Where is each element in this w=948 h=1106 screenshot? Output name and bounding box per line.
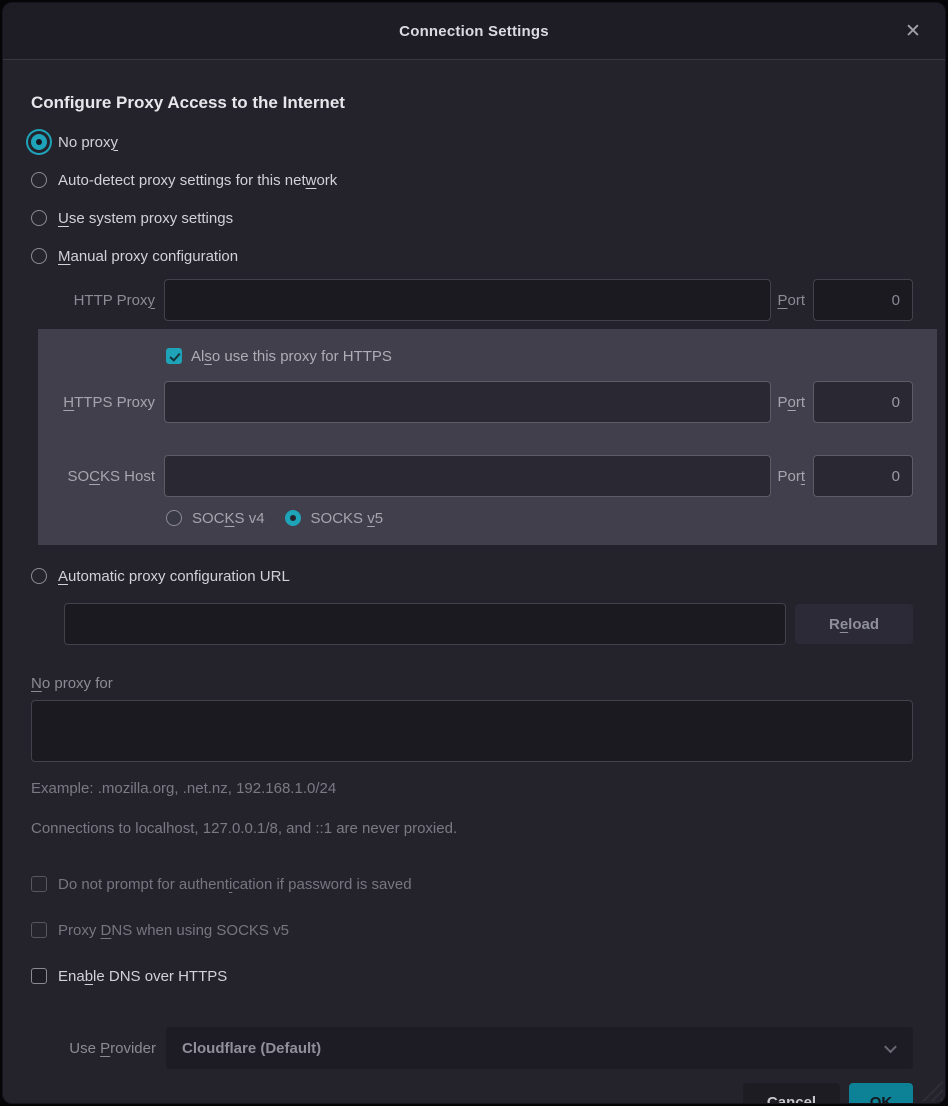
https-socks-highlight-section: Also use this proxy for HTTPS HTTPS Prox… — [38, 329, 937, 545]
radio-auto-detect[interactable] — [31, 172, 47, 188]
socks-host-row: SOCKS Host Port 0 — [38, 453, 913, 499]
dialog-footer: Cancel OK — [31, 1083, 913, 1104]
also-https-row[interactable]: Also use this proxy for HTTPS — [38, 339, 913, 373]
radio-manual-proxy[interactable] — [31, 248, 47, 264]
radio-socks-v5[interactable] — [285, 510, 301, 526]
radio-auto-url-label: Automatic proxy configuration URL — [58, 568, 290, 585]
doh-row[interactable]: Enable DNS over HTTPS — [31, 953, 913, 999]
https-proxy-label: HTTPS Proxy — [38, 394, 164, 411]
ok-button[interactable]: OK — [849, 1083, 913, 1104]
no-prompt-auth-row[interactable]: Do not prompt for authentication if pass… — [31, 861, 913, 907]
socks-host-input[interactable] — [164, 455, 771, 497]
doh-checkbox[interactable] — [31, 968, 47, 984]
http-port-input[interactable]: 0 — [813, 279, 913, 321]
no-proxy-note-text: Connections to localhost, 127.0.0.1/8, a… — [31, 820, 913, 837]
close-icon[interactable]: ✕ — [899, 17, 927, 45]
dialog-title: Connection Settings — [399, 23, 549, 40]
page-title: Configure Proxy Access to the Internet — [31, 93, 913, 113]
auto-url-input[interactable] — [64, 603, 786, 645]
socks-port-label: Port — [771, 468, 813, 485]
auto-url-row: Reload — [64, 603, 913, 645]
also-https-checkbox[interactable] — [166, 348, 182, 364]
dialog-content: Configure Proxy Access to the Internet N… — [3, 93, 945, 1104]
socks-port-input[interactable]: 0 — [813, 455, 913, 497]
socks-version-row: SOCKS v4 SOCKS v5 — [38, 501, 913, 535]
https-proxy-row: HTTPS Proxy Port 0 — [38, 379, 913, 425]
radio-row-auto-url[interactable]: Automatic proxy configuration URL — [31, 557, 913, 595]
reload-button[interactable]: Reload — [795, 604, 913, 644]
connection-settings-dialog: Connection Settings ✕ Configure Proxy Ac… — [2, 2, 946, 1104]
dialog-titlebar: Connection Settings ✕ — [3, 3, 945, 60]
radio-manual-proxy-label: Manual proxy configuration — [58, 248, 238, 265]
radio-row-system-proxy[interactable]: Use system proxy settings — [31, 199, 913, 237]
radio-no-proxy[interactable] — [31, 134, 47, 150]
also-https-label: Also use this proxy for HTTPS — [191, 348, 392, 365]
no-proxy-for-label: No proxy for — [31, 675, 913, 692]
radio-socks-v4-label: SOCKS v4 — [192, 510, 265, 527]
provider-dropdown-value: Cloudflare (Default) — [182, 1040, 321, 1057]
radio-system-proxy[interactable] — [31, 210, 47, 226]
https-port-input[interactable]: 0 — [813, 381, 913, 423]
http-proxy-label: HTTP Proxy — [31, 292, 164, 309]
radio-row-manual-proxy[interactable]: Manual proxy configuration — [31, 237, 913, 275]
proxy-dns-checkbox[interactable] — [31, 922, 47, 938]
no-prompt-auth-label: Do not prompt for authentication if pass… — [58, 876, 412, 893]
radio-row-auto-detect[interactable]: Auto-detect proxy settings for this netw… — [31, 161, 913, 199]
no-proxy-for-textarea[interactable] — [31, 700, 913, 762]
https-proxy-input[interactable] — [164, 381, 771, 423]
radio-row-no-proxy[interactable]: No proxy — [31, 123, 913, 161]
provider-row: Use Provider Cloudflare (Default) — [31, 1027, 913, 1069]
https-port-label: Port — [771, 394, 813, 411]
provider-dropdown[interactable]: Cloudflare (Default) — [166, 1027, 913, 1069]
no-proxy-example-text: Example: .mozilla.org, .net.nz, 192.168.… — [31, 780, 913, 797]
http-proxy-input[interactable] — [164, 279, 771, 321]
radio-system-proxy-label: Use system proxy settings — [58, 210, 233, 227]
doh-label: Enable DNS over HTTPS — [58, 968, 227, 985]
chevron-down-icon — [884, 1041, 897, 1054]
radio-socks-v4[interactable] — [166, 510, 182, 526]
proxy-dns-label: Proxy DNS when using SOCKS v5 — [58, 922, 289, 939]
radio-auto-detect-label: Auto-detect proxy settings for this netw… — [58, 172, 337, 189]
radio-no-proxy-label: No proxy — [58, 134, 118, 151]
proxy-dns-row[interactable]: Proxy DNS when using SOCKS v5 — [31, 907, 913, 953]
http-proxy-row: HTTP Proxy Port 0 — [31, 277, 913, 323]
no-prompt-auth-checkbox[interactable] — [31, 876, 47, 892]
http-port-label: Port — [771, 292, 813, 309]
radio-auto-url[interactable] — [31, 568, 47, 584]
radio-socks-v5-label: SOCKS v5 — [311, 510, 384, 527]
socks-host-label: SOCKS Host — [38, 468, 164, 485]
use-provider-label: Use Provider — [31, 1040, 166, 1057]
cancel-button[interactable]: Cancel — [743, 1083, 840, 1104]
